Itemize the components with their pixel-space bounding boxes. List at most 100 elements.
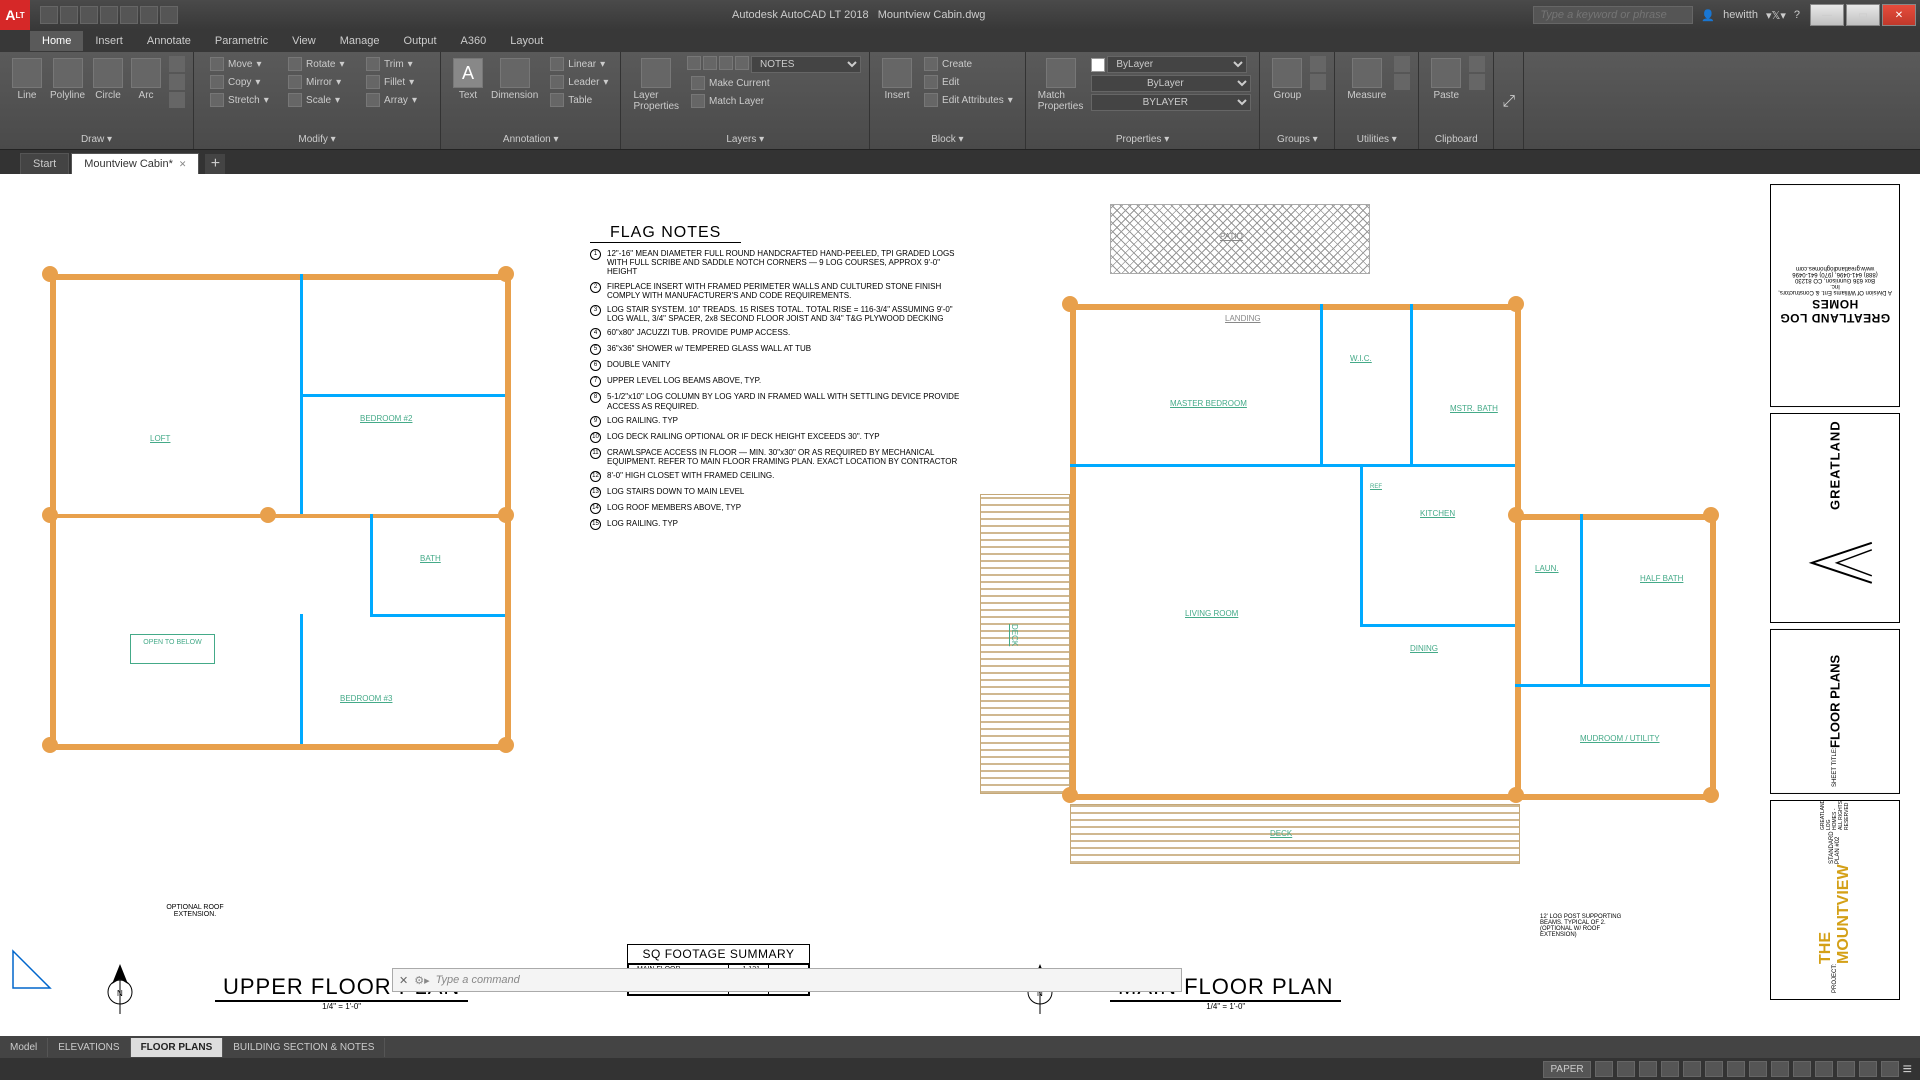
ribbon-tab-output[interactable]: Output <box>392 31 449 51</box>
panel-label[interactable]: Annotation ▾ <box>449 132 612 147</box>
color-swatch[interactable] <box>1091 58 1105 72</box>
status-button[interactable] <box>1617 1061 1635 1077</box>
panel-label[interactable]: Layers ▾ <box>629 132 861 147</box>
lineweight-dropdown[interactable]: ByLayer <box>1091 75 1251 92</box>
minimize-button[interactable]: — <box>1810 4 1844 26</box>
insert-button[interactable]: Insert <box>878 56 916 103</box>
measure-button[interactable]: Measure <box>1343 56 1390 103</box>
close-tab-icon[interactable]: ✕ <box>179 159 187 170</box>
qat-open-icon[interactable] <box>60 6 78 24</box>
status-button[interactable] <box>1661 1061 1679 1077</box>
status-button[interactable] <box>1859 1061 1877 1077</box>
panel-label[interactable]: Draw ▾ <box>8 132 185 147</box>
ribbon-tab-annotate[interactable]: Annotate <box>135 31 203 51</box>
status-button[interactable] <box>1815 1061 1833 1077</box>
fillet-button[interactable]: Fillet ▾ <box>362 74 432 90</box>
status-button[interactable] <box>1837 1061 1855 1077</box>
status-button[interactable] <box>1771 1061 1789 1077</box>
make-current-button[interactable]: Make Current <box>687 75 861 91</box>
layer-properties-button[interactable]: Layer Properties <box>629 56 683 114</box>
layer-icon[interactable] <box>735 56 749 70</box>
match-layer-button[interactable]: Match Layer <box>687 93 861 109</box>
scale-button[interactable]: Scale ▾ <box>284 92 354 108</box>
panel-label[interactable]: Properties ▾ <box>1034 132 1252 147</box>
draw-icon[interactable] <box>169 74 185 90</box>
file-tab[interactable]: Start <box>20 153 69 174</box>
command-line[interactable]: ✕ ⚙▸ Type a command <box>392 968 1182 992</box>
status-button[interactable] <box>1639 1061 1657 1077</box>
file-tab[interactable]: Mountview Cabin*✕ <box>71 153 199 174</box>
new-tab-button[interactable]: + <box>205 154 225 174</box>
cmd-customize-icon[interactable]: ⚙▸ <box>414 974 429 987</box>
draw-icon[interactable] <box>169 56 185 72</box>
trim-button[interactable]: Trim ▾ <box>362 56 432 72</box>
layer-icon[interactable] <box>719 56 733 70</box>
status-button[interactable] <box>1595 1061 1613 1077</box>
group-button[interactable]: Group <box>1268 56 1306 103</box>
linear-button[interactable]: Linear ▾ <box>546 56 612 72</box>
user-label[interactable]: hewitth <box>1723 9 1758 21</box>
status-button[interactable] <box>1749 1061 1767 1077</box>
clip-icon[interactable] <box>1469 56 1485 72</box>
circle-button[interactable]: Circle <box>89 56 127 103</box>
qat-redo-icon[interactable] <box>160 6 178 24</box>
arc-button[interactable]: Arc <box>127 56 165 103</box>
leader-button[interactable]: Leader ▾ <box>546 74 612 90</box>
table-button[interactable]: Table <box>546 92 612 108</box>
status-button[interactable] <box>1881 1061 1899 1077</box>
help-icon[interactable]: ? <box>1794 9 1800 21</box>
cmd-close-icon[interactable]: ✕ <box>399 974 408 987</box>
ribbon-tab-a360[interactable]: A360 <box>449 31 499 51</box>
sheet-tab[interactable]: FLOOR PLANS <box>131 1038 224 1057</box>
create-button[interactable]: Create <box>920 56 1017 72</box>
drawing-canvas[interactable]: OPEN TO BELOW LOFT BEDROOM #2 BATH BEDRO… <box>0 174 1920 1036</box>
ribbon-tab-view[interactable]: View <box>280 31 328 51</box>
line-button[interactable]: Line <box>8 56 46 103</box>
help-search-input[interactable] <box>1533 6 1693 24</box>
edit-attributes-button[interactable]: Edit Attributes ▾ <box>920 92 1017 108</box>
util-icon[interactable] <box>1394 56 1410 72</box>
stretch-button[interactable]: Stretch ▾ <box>206 92 276 108</box>
layer-dropdown[interactable]: NOTES <box>751 56 861 73</box>
dimension-button[interactable]: Dimension <box>487 56 542 103</box>
qat-undo-icon[interactable] <box>140 6 158 24</box>
space-toggle[interactable]: PAPER <box>1543 1061 1590 1078</box>
text-button[interactable]: AText <box>449 56 487 103</box>
array-button[interactable]: Array ▾ <box>362 92 432 108</box>
panel-label[interactable]: Groups ▾ <box>1268 132 1326 147</box>
ribbon-tab-insert[interactable]: Insert <box>83 31 135 51</box>
layer-icon[interactable] <box>703 56 717 70</box>
sheet-tab[interactable]: Model <box>0 1038 48 1057</box>
panel-label[interactable]: Block ▾ <box>878 132 1017 147</box>
customize-icon[interactable]: ≡ <box>1903 1061 1912 1077</box>
panel-label[interactable]: Modify ▾ <box>202 132 432 147</box>
polyline-button[interactable]: Polyline <box>46 56 89 103</box>
maximize-button[interactable]: ▭ <box>1846 4 1880 26</box>
color-dropdown[interactable]: ByLayer <box>1107 56 1247 73</box>
util-icon[interactable] <box>1394 74 1410 90</box>
match-properties-button[interactable]: Match Properties <box>1034 56 1088 114</box>
sheet-tab[interactable]: ELEVATIONS <box>48 1038 130 1057</box>
ribbon-tab-layout[interactable]: Layout <box>498 31 555 51</box>
groups-icon[interactable] <box>1310 56 1326 72</box>
app-logo[interactable]: ALT <box>0 0 30 30</box>
groups-icon[interactable] <box>1310 74 1326 90</box>
ribbon-tab-manage[interactable]: Manage <box>328 31 392 51</box>
panel-label[interactable]: Utilities ▾ <box>1343 132 1410 147</box>
close-button[interactable]: ✕ <box>1882 4 1916 26</box>
ribbon-tab-parametric[interactable]: Parametric <box>203 31 280 51</box>
copy-button[interactable]: Copy ▾ <box>206 74 276 90</box>
linetype-dropdown[interactable]: BYLAYER <box>1091 94 1251 111</box>
edit-button[interactable]: Edit <box>920 74 1017 90</box>
qat-saveas-icon[interactable] <box>100 6 118 24</box>
status-button[interactable] <box>1793 1061 1811 1077</box>
qat-plot-icon[interactable] <box>120 6 138 24</box>
qat-save-icon[interactable] <box>80 6 98 24</box>
sheet-tab[interactable]: BUILDING SECTION & NOTES <box>223 1038 385 1057</box>
ribbon-tab-home[interactable]: Home <box>30 31 83 51</box>
rotate-button[interactable]: Rotate ▾ <box>284 56 354 72</box>
status-button[interactable] <box>1705 1061 1723 1077</box>
mirror-button[interactable]: Mirror ▾ <box>284 74 354 90</box>
signin-icon[interactable]: 👤 <box>1701 9 1715 22</box>
ucs-icon[interactable] <box>10 941 60 996</box>
